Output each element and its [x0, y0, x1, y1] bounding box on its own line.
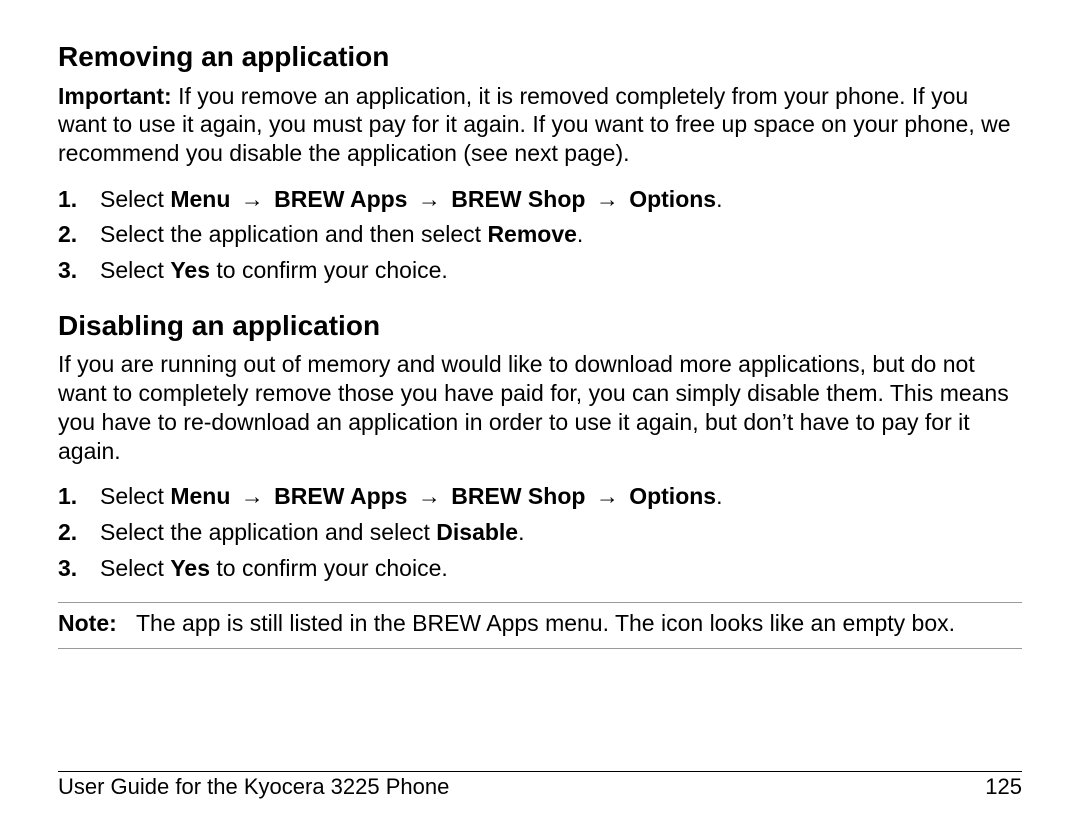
- note-text: The app is still listed in the BREW Apps…: [136, 609, 1022, 638]
- path-options: Options: [629, 186, 716, 212]
- step-marker: 1.: [58, 182, 77, 218]
- list-item: 1. Select Menu → BREW Apps → BREW Shop →…: [58, 479, 1022, 515]
- remove-label: Remove: [487, 221, 576, 247]
- path-menu: Menu: [170, 483, 230, 509]
- step-text-post: to confirm your choice.: [210, 257, 448, 283]
- path-menu: Menu: [170, 186, 230, 212]
- period: .: [716, 483, 722, 509]
- heading-disabling: Disabling an application: [58, 309, 1022, 343]
- step-text: Select: [100, 555, 170, 581]
- path-brew-apps: BREW Apps: [274, 483, 407, 509]
- note-box: Note: The app is still listed in the BRE…: [58, 602, 1022, 649]
- important-paragraph: Important: If you remove an application,…: [58, 82, 1022, 168]
- arrow-icon: →: [592, 479, 623, 515]
- note-label: Note:: [58, 609, 136, 638]
- section-disabling-app: Disabling an application If you are runn…: [58, 309, 1022, 649]
- footer-title: User Guide for the Kyocera 3225 Phone: [58, 774, 449, 800]
- disabling-steps: 1. Select Menu → BREW Apps → BREW Shop →…: [58, 479, 1022, 586]
- important-label: Important:: [58, 83, 172, 109]
- section-removing-app: Removing an application Important: If yo…: [58, 40, 1022, 289]
- step-marker: 2.: [58, 515, 77, 551]
- page-footer: User Guide for the Kyocera 3225 Phone 12…: [58, 774, 1022, 800]
- step-text: Select: [100, 257, 170, 283]
- heading-removing: Removing an application: [58, 40, 1022, 74]
- removing-steps: 1. Select Menu → BREW Apps → BREW Shop →…: [58, 182, 1022, 289]
- list-item: 3. Select Yes to confirm your choice.: [58, 253, 1022, 289]
- disable-label: Disable: [436, 519, 518, 545]
- step-marker: 1.: [58, 479, 77, 515]
- step-marker: 2.: [58, 217, 77, 253]
- path-options: Options: [629, 483, 716, 509]
- page-number: 125: [985, 774, 1022, 800]
- list-item: 1. Select Menu → BREW Apps → BREW Shop →…: [58, 182, 1022, 218]
- step-text: Select the application and then select: [100, 221, 487, 247]
- list-item: 3. Select Yes to confirm your choice.: [58, 551, 1022, 587]
- path-brew-shop: BREW Shop: [451, 186, 585, 212]
- yes-label: Yes: [170, 555, 210, 581]
- menu-path: Menu → BREW Apps → BREW Shop → Options: [170, 483, 716, 509]
- disabling-intro: If you are running out of memory and wou…: [58, 350, 1022, 465]
- period: .: [716, 186, 722, 212]
- step-text: Select the application and select: [100, 519, 436, 545]
- step-text-post: to confirm your choice.: [210, 555, 448, 581]
- arrow-icon: →: [237, 182, 268, 218]
- step-text: Select: [100, 186, 170, 212]
- footer-rule: [58, 771, 1022, 772]
- arrow-icon: →: [414, 479, 445, 515]
- period: .: [577, 221, 583, 247]
- arrow-icon: →: [237, 479, 268, 515]
- list-item: 2. Select the application and select Dis…: [58, 515, 1022, 551]
- path-brew-shop: BREW Shop: [451, 483, 585, 509]
- list-item: 2. Select the application and then selec…: [58, 217, 1022, 253]
- yes-label: Yes: [170, 257, 210, 283]
- step-text: Select: [100, 483, 170, 509]
- step-marker: 3.: [58, 253, 77, 289]
- important-text: If you remove an application, it is remo…: [58, 83, 1011, 167]
- arrow-icon: →: [592, 182, 623, 218]
- arrow-icon: →: [414, 182, 445, 218]
- step-marker: 3.: [58, 551, 77, 587]
- path-brew-apps: BREW Apps: [274, 186, 407, 212]
- period: .: [518, 519, 524, 545]
- document-page: Removing an application Important: If yo…: [0, 0, 1080, 834]
- menu-path: Menu → BREW Apps → BREW Shop → Options: [170, 186, 716, 212]
